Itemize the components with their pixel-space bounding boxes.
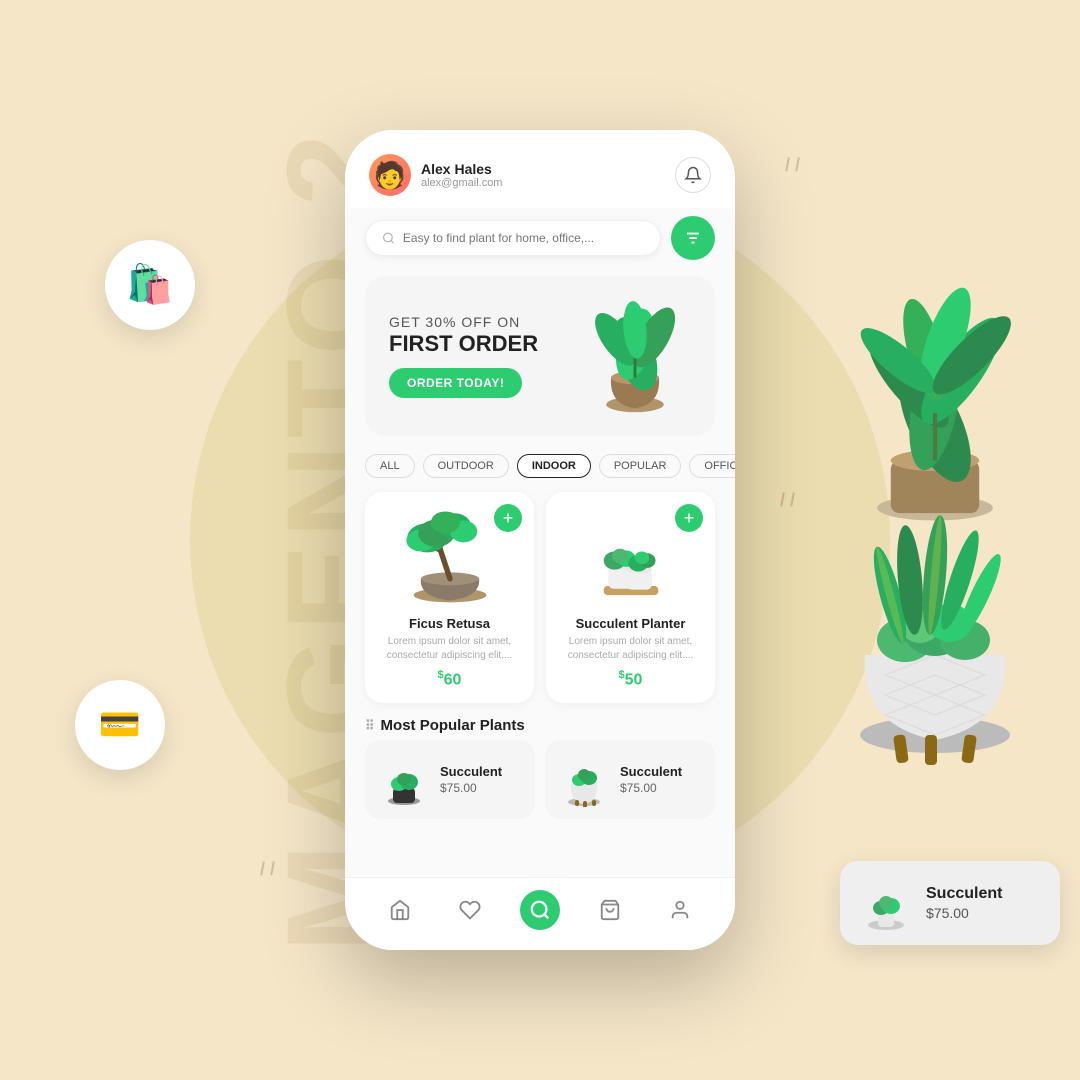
nav-wishlist[interactable] [450,890,490,930]
floating-card-name: Succulent [926,885,1002,903]
user-icon [669,899,691,921]
nav-profile[interactable] [660,890,700,930]
product-card-2: + [546,492,715,703]
popular-name-2: Succulent [620,764,682,779]
search-bar [365,216,715,260]
product-desc-1: Lorem ipsum dolor sit amet, consectetur … [379,635,520,663]
popular-name-1: Succulent [440,764,502,779]
popular-price-1: $75.00 [440,781,502,795]
nav-cart[interactable] [590,890,630,930]
popular-card-1-info: Succulent $75.00 [440,764,502,795]
banner-title: FIRST ORDER [389,332,575,356]
popular-section-title: Most Popular Plants [345,707,735,740]
app-header: 🧑 Alex Hales alex@gmail.com [345,130,735,208]
popular-price-2: $75.00 [620,781,682,795]
shopping-bag-icon-circle: 🛍️ [105,240,195,330]
product-name-2: Succulent Planter [560,616,701,631]
product-desc-2: Lorem ipsum dolor sit amet, consectetur … [560,635,701,663]
banner-text: GET 30% OFF ON FIRST ORDER ORDER TODAY! [389,314,575,398]
user-info: 🧑 Alex Hales alex@gmail.com [369,154,502,196]
home-icon [389,899,411,921]
payment-icon: 💳 [99,705,141,745]
product-price-value-1: 60 [444,671,462,688]
filter-icon [684,229,702,247]
banner-discount-text: GET 30% OFF ON [389,314,575,330]
shopping-bag-icon: 🛍️ [126,263,173,307]
product-card-1: + [365,492,534,703]
floating-card-price: $75.00 [926,905,1002,921]
bell-icon [684,166,702,184]
popular-card-2-info: Succulent $75.00 [620,764,682,795]
search-icon [382,231,395,245]
heart-icon [459,899,481,921]
floating-card-info: Succulent $75.00 [926,885,1002,921]
search-input-wrapper[interactable] [365,220,661,256]
filter-button[interactable] [671,216,715,260]
cart-icon [599,899,621,921]
promo-banner: GET 30% OFF ON FIRST ORDER ORDER TODAY! [365,276,715,436]
add-to-cart-button-1[interactable]: + [494,504,522,532]
products-grid: + [345,488,735,707]
decorative-plant-pot-right [805,450,1065,770]
payment-icon-circle: 💳 [75,680,165,770]
banner-plant-image [575,296,695,416]
product-price-2: $50 [560,669,701,689]
nav-search[interactable] [520,890,560,930]
floating-card-plant-image [856,873,916,933]
product-name-1: Ficus Retusa [379,616,520,631]
tab-outdoor[interactable]: OUTDOOR [423,454,509,478]
phone-mockup: 🧑 Alex Hales alex@gmail.com [345,130,735,950]
search-input[interactable] [403,231,644,245]
user-email: alex@gmail.com [421,177,502,189]
user-name: Alex Hales [421,161,502,177]
product-price-value-2: 50 [625,671,643,688]
tab-all[interactable]: ALL [365,454,415,478]
floating-product-card: Succulent $75.00 [840,861,1060,945]
popular-card-1[interactable]: Succulent $75.00 [365,740,535,819]
popular-plant-image-2 [557,752,612,807]
tab-popular[interactable]: POPULAR [599,454,682,478]
bottom-navigation [345,877,735,950]
notification-button[interactable] [675,157,711,193]
add-to-cart-button-2[interactable]: + [675,504,703,532]
tab-indoor[interactable]: INDOOR [517,454,591,478]
avatar: 🧑 [369,154,411,196]
dash-decor: / / [785,155,800,176]
order-today-button[interactable]: ORDER TODAY! [389,368,522,398]
tab-office[interactable]: OFFICE [689,454,735,478]
nav-home[interactable] [380,890,420,930]
user-details: Alex Hales alex@gmail.com [421,161,502,189]
popular-plant-image-1 [377,752,432,807]
popular-plants-row: Succulent $75.00 [345,740,735,835]
category-tabs: ALL OUTDOOR INDOOR POPULAR OFFICE G... [345,444,735,488]
product-price-1: $60 [379,669,520,689]
popular-card-2[interactable]: Succulent $75.00 [545,740,715,819]
dash-decor-2: / / [780,490,795,511]
search-nav-icon [529,899,551,921]
